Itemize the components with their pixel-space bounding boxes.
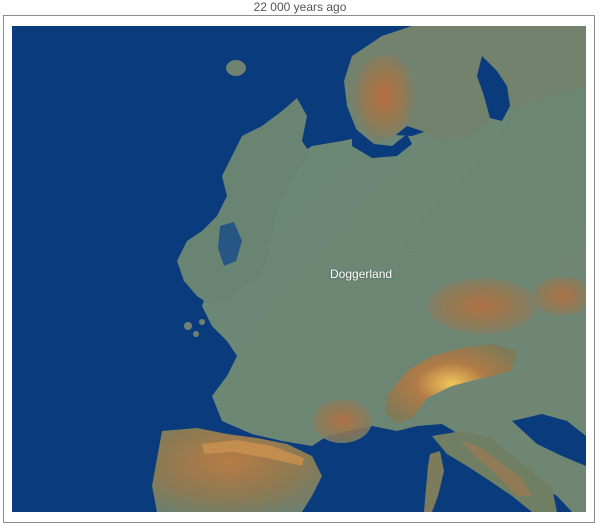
central-highlands xyxy=(427,278,537,334)
doggerland-label: Doggerland xyxy=(330,267,393,281)
small-island xyxy=(184,322,192,330)
small-island xyxy=(199,319,205,325)
time-caption: 22 000 years ago xyxy=(253,0,347,14)
relief-map-svg xyxy=(12,26,586,512)
small-island xyxy=(193,331,199,337)
massif-central xyxy=(312,399,372,443)
norway-mountains xyxy=(354,54,414,138)
faroe-island xyxy=(226,60,246,76)
relief-map[interactable]: Doggerland xyxy=(12,26,586,512)
